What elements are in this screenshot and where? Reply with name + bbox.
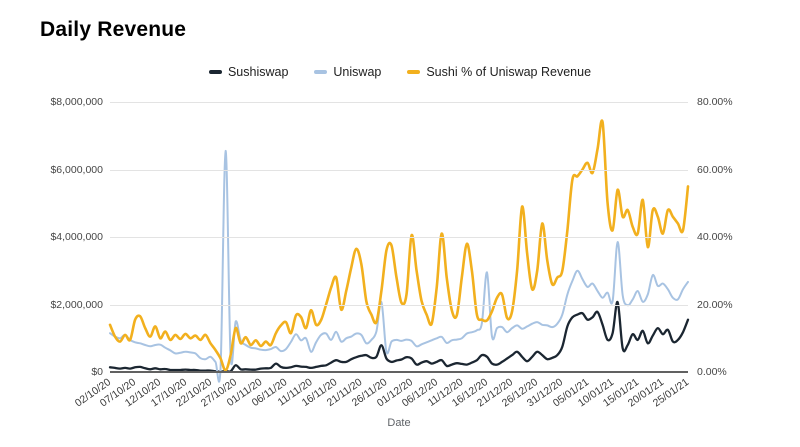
- legend-item-uniswap: Uniswap: [314, 65, 381, 79]
- gridline: [110, 170, 688, 171]
- y-axis-tick-label-right: 40.00%: [697, 231, 733, 243]
- y-axis-tick-label-left: $4,000,000: [0, 231, 103, 243]
- x-axis-line: [110, 371, 688, 373]
- legend-label-uniswap: Uniswap: [333, 65, 381, 79]
- y-axis-tick-label-right: 80.00%: [697, 96, 733, 108]
- y-axis-tick-label-left: $2,000,000: [0, 299, 103, 311]
- y-axis-tick-label-right: 60.00%: [697, 164, 733, 176]
- legend: Sushiswap Uniswap Sushi % of Uniswap Rev…: [0, 64, 800, 80]
- legend-swatch-sushi-pct: [407, 70, 420, 74]
- y-axis-tick-label-left: $6,000,000: [0, 164, 103, 176]
- series-line-sushi-of-uniswap-revenue: [110, 121, 688, 371]
- legend-item-sushiswap: Sushiswap: [209, 65, 288, 79]
- gridline: [110, 237, 688, 238]
- legend-label-sushiswap: Sushiswap: [228, 65, 288, 79]
- legend-item-sushi-pct: Sushi % of Uniswap Revenue: [407, 65, 591, 79]
- legend-swatch-uniswap: [314, 70, 327, 74]
- gridline: [110, 102, 688, 103]
- daily-revenue-chart: Daily Revenue Sushiswap Uniswap Sushi % …: [0, 0, 800, 447]
- y-axis-tick-label-right: 20.00%: [697, 299, 733, 311]
- gridline: [110, 305, 688, 306]
- chart-title: Daily Revenue: [40, 18, 186, 42]
- legend-swatch-sushiswap: [209, 70, 222, 74]
- y-axis-tick-label-left: $8,000,000: [0, 96, 103, 108]
- x-axis-title: Date: [110, 417, 688, 429]
- legend-label-sushi-pct: Sushi % of Uniswap Revenue: [426, 65, 591, 79]
- series-line-uniswap: [110, 151, 688, 382]
- y-axis-tick-label-right: 0.00%: [697, 366, 727, 378]
- y-axis-tick-label-left: $0: [0, 366, 103, 378]
